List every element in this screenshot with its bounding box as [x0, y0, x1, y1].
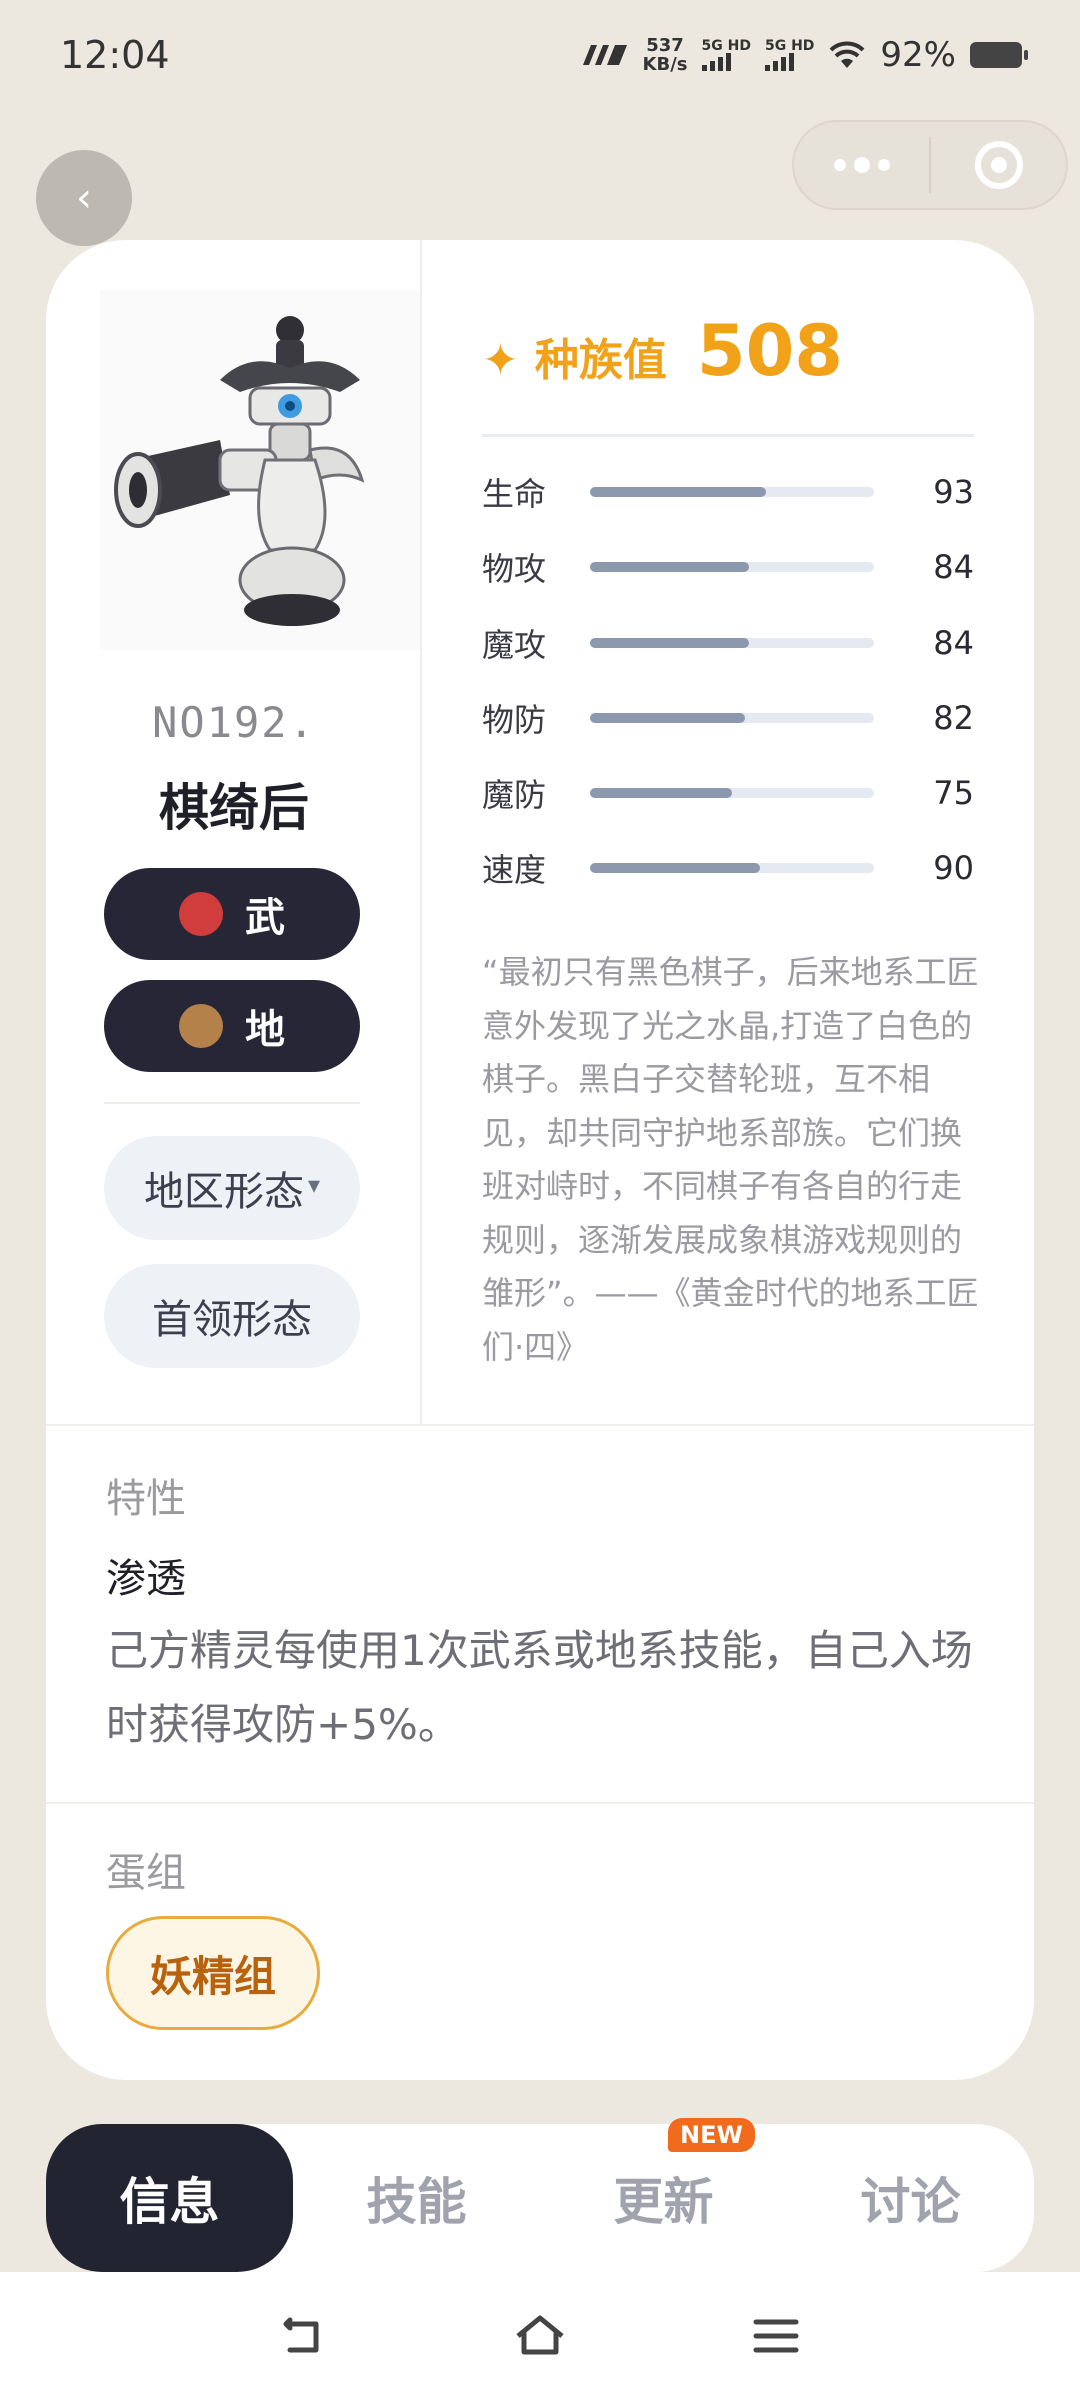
stat-bar-fill	[590, 788, 732, 798]
sim2-label: 5G HD	[764, 38, 815, 54]
type-badge-ground[interactable]: 地	[104, 980, 360, 1072]
target-icon	[974, 141, 1023, 189]
pokemon-info-card: NO192. 棋绮后 武 地 地区形态 ▾ 首领形态 ✦ 种族值 508 生命	[46, 240, 1034, 2080]
type-badge-fighting[interactable]: 武	[104, 868, 360, 960]
close-target-button[interactable]	[931, 141, 1066, 189]
back-arrow-icon[interactable]	[276, 2308, 332, 2364]
stat-value: 90	[933, 849, 974, 887]
stat-bar-fill	[590, 863, 761, 873]
status-time: 12:04	[60, 33, 170, 77]
section-divider	[46, 1424, 1034, 1426]
form-label: 地区形态	[143, 1169, 304, 1215]
status-bar: 12:04 537 KB/s 5G HD 5G HD 92%	[0, 0, 1080, 110]
egg-group-badge[interactable]: 妖精组	[106, 1916, 320, 2030]
stat-bar-track	[590, 863, 874, 873]
boss-form-button[interactable]: 首领形态	[104, 1264, 360, 1368]
pokemon-description: “最初只有黑色棋子，后来地系工匠意外发现了光之水晶,打造了白色的棋子。黑白子交替…	[482, 953, 979, 1366]
stat-bar-track	[590, 638, 874, 648]
bst-label: 种族值	[534, 335, 667, 386]
stat-name: 生命	[482, 475, 547, 513]
stat-name: 魔防	[482, 776, 547, 814]
stat-bar-fill	[590, 638, 750, 648]
type-color-dot	[179, 1004, 223, 1048]
pokedex-number: NO192.	[152, 698, 316, 747]
ability-name: 渗透	[106, 1556, 186, 1602]
stat-bar-fill	[590, 562, 750, 572]
sim1-signal: 5G HD	[701, 38, 751, 71]
egg-group-section-title: 蛋组	[106, 1850, 186, 1896]
home-icon[interactable]	[512, 2308, 568, 2364]
section-divider	[46, 1802, 1034, 1804]
bottom-tab-bar: 信息 技能 更新 NEW 讨论	[46, 2118, 1034, 2272]
tab-skills[interactable]: 技能	[293, 2124, 540, 2272]
ability-description: 己方精灵每使用1次武系或地系技能，自己入场时获得攻防+5%。	[106, 1626, 973, 1749]
tab-label: 技能	[366, 2173, 467, 2231]
network-logo-icon	[582, 45, 627, 65]
profile-divider	[104, 1102, 360, 1104]
stat-name: 速度	[482, 851, 547, 889]
stat-bar-fill	[590, 713, 746, 723]
tab-updates[interactable]: 更新 NEW	[540, 2118, 787, 2272]
tab-info[interactable]: 信息	[46, 2124, 293, 2272]
pokemon-profile: NO192. 棋绮后 武 地 地区形态 ▾ 首领形态	[46, 240, 422, 1424]
battery-percent: 92%	[880, 35, 956, 75]
regional-form-dropdown[interactable]: 地区形态 ▾	[104, 1136, 360, 1240]
bst-value: 508	[696, 310, 843, 392]
net-speed: 537 KB/s	[643, 36, 688, 74]
stat-value: 84	[933, 624, 974, 662]
stat-bar-track	[590, 713, 874, 723]
more-dots-icon[interactable]	[794, 157, 929, 173]
signal-bars-icon	[764, 53, 794, 71]
pokemon-sprite	[100, 290, 420, 650]
type-label: 武	[245, 895, 285, 941]
stat-value: 84	[933, 548, 974, 586]
stat-value: 93	[933, 473, 974, 511]
new-badge: NEW	[668, 2118, 755, 2152]
type-label: 地	[245, 1007, 285, 1053]
bst-divider	[482, 434, 974, 437]
stats-panel: ✦ 种族值 508 生命 93 物攻 84 魔攻 84 物防 82 魔防 75 …	[422, 240, 1034, 1424]
stat-value: 82	[933, 699, 974, 737]
stat-bar-track	[590, 487, 874, 497]
chevron-left-icon: ‹	[76, 175, 92, 221]
tab-discussion[interactable]: 讨论	[787, 2124, 1034, 2272]
form-label: 首领形态	[152, 1297, 312, 1343]
stat-name: 物防	[482, 701, 547, 739]
sim1-label: 5G HD	[701, 38, 751, 54]
back-button[interactable]: ‹	[36, 150, 132, 246]
status-icons: 537 KB/s 5G HD 5G HD 92%	[581, 35, 1028, 75]
stat-value: 75	[933, 774, 974, 812]
battery-icon	[970, 42, 1028, 68]
stat-name: 物攻	[482, 550, 547, 588]
tab-label: 信息	[119, 2173, 220, 2231]
stat-bar-fill	[590, 487, 767, 497]
mini-program-capsule	[792, 120, 1068, 210]
pokemon-name: 棋绮后	[159, 779, 309, 837]
stat-row-sp-attack: 魔攻 84	[482, 618, 974, 668]
net-speed-value: 537	[646, 35, 684, 56]
signal-bars-icon	[701, 53, 731, 71]
chevron-down-icon: ▾	[307, 1171, 321, 1199]
stat-row-attack: 物攻 84	[482, 542, 974, 592]
stat-row-defense: 物防 82	[482, 693, 974, 743]
stat-bar-track	[590, 562, 874, 572]
tab-label: 讨论	[860, 2173, 961, 2231]
stat-row-hp: 生命 93	[482, 467, 974, 517]
sim2-signal: 5G HD	[764, 38, 815, 71]
net-speed-unit: KB/s	[642, 54, 688, 75]
stat-row-speed: 速度 90	[482, 843, 974, 893]
base-stat-total: ✦ 种族值 508	[482, 310, 843, 392]
wifi-icon	[830, 41, 865, 68]
menu-icon[interactable]	[748, 2308, 804, 2364]
tab-label: 更新	[613, 2173, 714, 2231]
system-nav-bar	[0, 2272, 1080, 2400]
stat-row-sp-defense: 魔防 75	[482, 768, 974, 818]
type-color-dot	[179, 892, 223, 936]
ability-section-title: 特性	[106, 1476, 186, 1522]
stat-name: 魔攻	[482, 626, 547, 664]
stat-bar-track	[590, 788, 874, 798]
star-icon: ✦	[482, 335, 519, 386]
